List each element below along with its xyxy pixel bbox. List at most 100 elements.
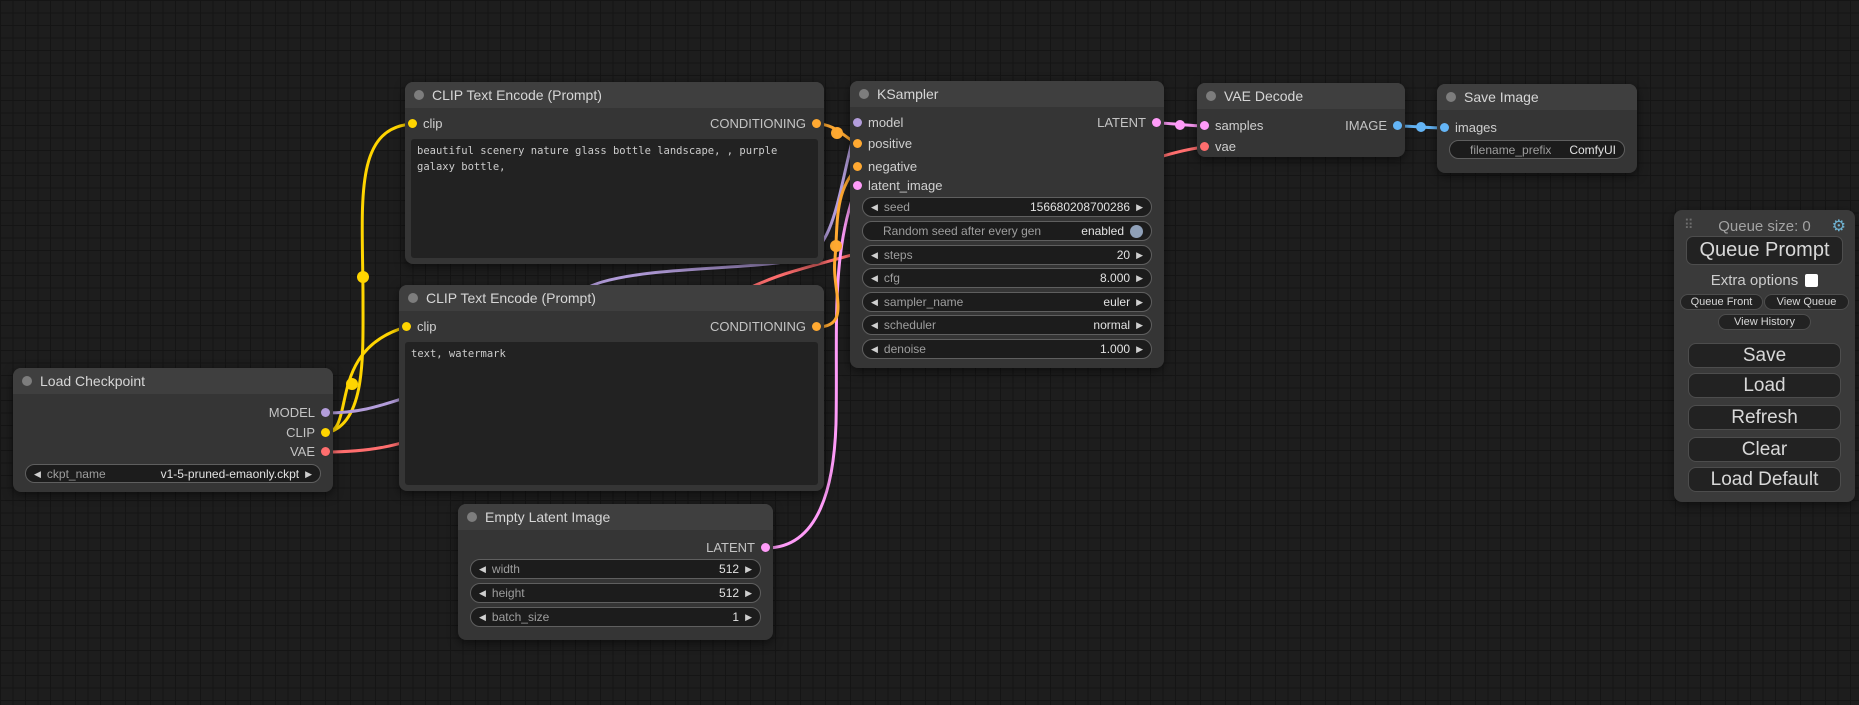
node-empty-latent-image[interactable]: Empty Latent Image LATENT ◀ width 512 ▶ … — [458, 504, 773, 640]
decrement-arrow-icon[interactable]: ◀ — [871, 245, 878, 265]
clear-button[interactable]: Clear — [1688, 437, 1841, 462]
increment-arrow-icon[interactable]: ▶ — [745, 583, 752, 603]
input-slot-positive[interactable] — [853, 139, 862, 148]
node-graph-canvas[interactable]: Load Checkpoint MODEL CLIP VAE ◀ ckpt_na… — [0, 0, 1859, 705]
node-title-bar[interactable]: Save Image — [1437, 84, 1637, 110]
decrement-arrow-icon[interactable]: ◀ — [479, 559, 486, 579]
decrement-arrow-icon[interactable]: ◀ — [871, 339, 878, 359]
node-clip-text-encode-positive[interactable]: CLIP Text Encode (Prompt) clip CONDITION… — [405, 82, 824, 264]
widget-denoise[interactable]: ◀ denoise 1.000 ▶ — [862, 339, 1152, 359]
view-queue-button[interactable]: View Queue — [1764, 294, 1849, 310]
node-vae-decode[interactable]: VAE Decode samples IMAGE vae — [1197, 83, 1405, 157]
node-title-bar[interactable]: KSampler — [850, 81, 1164, 107]
increment-arrow-icon[interactable]: ▶ — [1136, 315, 1143, 335]
node-save-image[interactable]: Save Image images filename_prefix ComfyU… — [1437, 84, 1637, 173]
negative-prompt-textarea[interactable]: text, watermark — [405, 342, 818, 485]
toggle-knob[interactable] — [1130, 225, 1143, 238]
queue-prompt-button[interactable]: Queue Prompt — [1686, 236, 1843, 265]
load-button[interactable]: Load — [1688, 373, 1841, 398]
node-title-bar[interactable]: CLIP Text Encode (Prompt) — [405, 82, 824, 108]
increment-arrow-icon[interactable]: ▶ — [1136, 268, 1143, 288]
decrement-arrow-icon[interactable]: ◀ — [871, 197, 878, 217]
view-history-button[interactable]: View History — [1718, 314, 1811, 330]
widget-height[interactable]: ◀ height 512 ▶ — [470, 583, 761, 603]
node-title-bar[interactable]: Empty Latent Image — [458, 504, 773, 530]
input-slot-vae[interactable] — [1200, 142, 1209, 151]
widget-label: batch_size — [492, 610, 549, 624]
widget-filename-prefix[interactable]: filename_prefix ComfyUI — [1449, 140, 1625, 159]
widget-cfg[interactable]: ◀ cfg 8.000 ▶ — [862, 268, 1152, 288]
collapse-dot-icon[interactable] — [467, 512, 477, 522]
increment-arrow-icon[interactable]: ▶ — [1136, 245, 1143, 265]
node-ksampler[interactable]: KSampler model LATENT positive negative … — [850, 81, 1164, 368]
collapse-dot-icon[interactable] — [1206, 91, 1216, 101]
load-default-button[interactable]: Load Default — [1688, 467, 1841, 492]
output-slot-conditioning[interactable] — [812, 322, 821, 331]
widget-value: euler — [1103, 295, 1130, 309]
increment-arrow-icon[interactable]: ▶ — [1136, 339, 1143, 359]
output-slot-image[interactable] — [1393, 121, 1402, 130]
input-slot-clip[interactable] — [408, 119, 417, 128]
input-label-model: model — [868, 114, 903, 132]
link-clip-to-negative-prompt — [326, 327, 406, 433]
collapse-dot-icon[interactable] — [859, 89, 869, 99]
output-label-model: MODEL — [269, 404, 315, 422]
output-slot-vae[interactable] — [321, 447, 330, 456]
collapse-dot-icon[interactable] — [1446, 92, 1456, 102]
queue-front-button[interactable]: Queue Front — [1680, 294, 1763, 310]
widget-value: 1.000 — [1100, 342, 1130, 356]
output-slot-latent[interactable] — [761, 543, 770, 552]
widget-value: 512 — [719, 586, 739, 600]
save-button[interactable]: Save — [1688, 343, 1841, 368]
positive-prompt-textarea[interactable]: beautiful scenery nature glass bottle la… — [411, 139, 818, 258]
output-slot-latent[interactable] — [1152, 118, 1161, 127]
output-slot-model[interactable] — [321, 408, 330, 417]
decrement-arrow-icon[interactable]: ◀ — [871, 268, 878, 288]
decrement-arrow-icon[interactable]: ◀ — [479, 607, 486, 627]
node-title-bar[interactable]: CLIP Text Encode (Prompt) — [399, 285, 824, 311]
input-slot-model[interactable] — [853, 118, 862, 127]
increment-arrow-icon[interactable]: ▶ — [1136, 292, 1143, 312]
widget-value: v1-5-pruned-emaonly.ckpt — [161, 467, 300, 481]
collapse-dot-icon[interactable] — [414, 90, 424, 100]
widget-value: 156680208700286 — [1030, 200, 1130, 214]
input-slot-samples[interactable] — [1200, 121, 1209, 130]
input-slot-clip[interactable] — [402, 322, 411, 331]
widget-width[interactable]: ◀ width 512 ▶ — [470, 559, 761, 579]
decrement-arrow-icon[interactable]: ◀ — [871, 315, 878, 335]
settings-gear-icon[interactable]: ⚙ — [1832, 216, 1846, 236]
collapse-dot-icon[interactable] — [22, 376, 32, 386]
decrement-arrow-icon[interactable]: ◀ — [34, 464, 41, 484]
increment-arrow-icon[interactable]: ▶ — [745, 559, 752, 579]
input-slot-negative[interactable] — [853, 162, 862, 171]
extra-options-checkbox[interactable] — [1805, 274, 1818, 287]
widget-seed[interactable]: ◀ seed 156680208700286 ▶ — [862, 197, 1152, 217]
node-clip-text-encode-negative[interactable]: CLIP Text Encode (Prompt) clip CONDITION… — [399, 285, 824, 491]
widget-ckpt-name[interactable]: ◀ ckpt_name v1-5-pruned-emaonly.ckpt ▶ — [25, 464, 321, 483]
node-title: Save Image — [1464, 89, 1539, 105]
widget-steps[interactable]: ◀ steps 20 ▶ — [862, 245, 1152, 265]
widget-batch-size[interactable]: ◀ batch_size 1 ▶ — [470, 607, 761, 627]
increment-arrow-icon[interactable]: ▶ — [1136, 197, 1143, 217]
decrement-arrow-icon[interactable]: ◀ — [871, 292, 878, 312]
input-label-clip: clip — [417, 318, 437, 336]
input-label-clip: clip — [423, 115, 443, 133]
widget-random-seed[interactable]: Random seed after every gen enabled — [862, 221, 1152, 241]
node-load-checkpoint[interactable]: Load Checkpoint MODEL CLIP VAE ◀ ckpt_na… — [13, 368, 333, 492]
input-label-images: images — [1455, 119, 1497, 137]
increment-arrow-icon[interactable]: ▶ — [305, 464, 312, 484]
widget-sampler-name[interactable]: ◀ sampler_name euler ▶ — [862, 292, 1152, 312]
input-label-vae: vae — [1215, 138, 1236, 156]
input-slot-images[interactable] — [1440, 123, 1449, 132]
decrement-arrow-icon[interactable]: ◀ — [479, 583, 486, 603]
input-slot-latent-image[interactable] — [853, 181, 862, 190]
link-midpoint-dot — [346, 378, 358, 390]
refresh-button[interactable]: Refresh — [1688, 405, 1841, 430]
collapse-dot-icon[interactable] — [408, 293, 418, 303]
increment-arrow-icon[interactable]: ▶ — [745, 607, 752, 627]
output-slot-clip[interactable] — [321, 428, 330, 437]
output-slot-conditioning[interactable] — [812, 119, 821, 128]
node-title-bar[interactable]: VAE Decode — [1197, 83, 1405, 109]
node-title-bar[interactable]: Load Checkpoint — [13, 368, 333, 394]
widget-scheduler[interactable]: ◀ scheduler normal ▶ — [862, 315, 1152, 335]
